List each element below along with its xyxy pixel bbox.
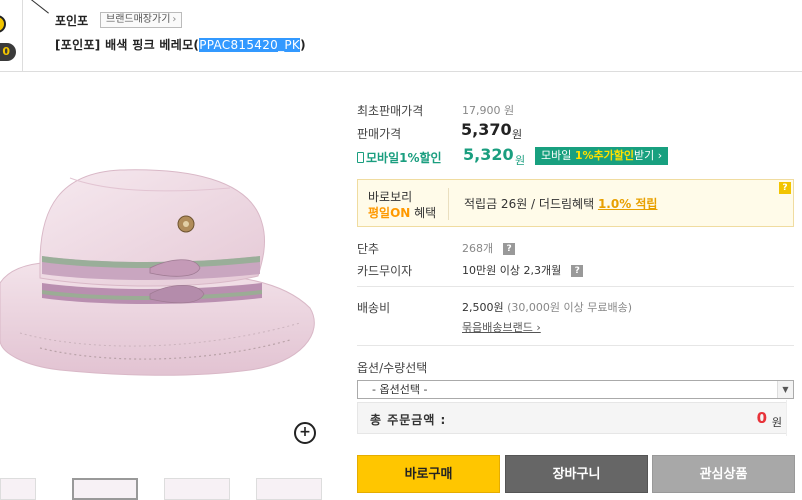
benefit-on-label: 평일ON (368, 206, 411, 220)
order-total-value: 0 (756, 409, 767, 427)
card-installment-text: 10만원 이상 2,3개월 (462, 264, 562, 277)
sale-price-value: 5,370 (461, 120, 512, 139)
mobile-discount-label: 모바일1%할인 (357, 149, 442, 166)
thumbnail-1[interactable] (0, 478, 36, 500)
mobile-discount-label-text: 모바일1%할인 (366, 151, 442, 165)
brand-store-label: 브랜드매장가기 (106, 14, 171, 25)
shipping-note: (30,000원 이상 무료배송) (507, 301, 633, 314)
mobile-phone-icon (357, 152, 364, 163)
benefit-box: 바로보리 평일ON 혜택 적립금 26원 / 더드림혜택 1.0% 적립 ? (357, 179, 794, 227)
product-code: PPAC815420_PK (199, 38, 301, 52)
option-label: 옵션/수량선택 (357, 361, 428, 375)
shipping-value: 2,500원 (30,000원 이상 무료배송) (462, 299, 632, 315)
order-total-label: 총 주문금액 : (370, 413, 447, 427)
mobile-btn-highlight: 1%추가할인 (574, 149, 635, 162)
shipping-label: 배송비 (357, 301, 391, 315)
coin-icon (0, 15, 6, 33)
original-price-value: 17,900 원 (462, 104, 515, 117)
wishlist-button[interactable]: 관심상품 (652, 455, 795, 493)
help-icon[interactable]: ? (503, 243, 516, 255)
header-divider (22, 0, 23, 72)
benefit-title-line2: 평일ON 혜택 (368, 204, 436, 221)
help-icon[interactable]: ? (779, 182, 791, 194)
benefit-divider (448, 188, 449, 220)
mobile-discount-button[interactable]: 모바일 1%추가할인받기 › (535, 147, 669, 165)
mobile-price-unit: 원 (515, 154, 526, 167)
benefit-title-suffix: 혜택 (410, 206, 437, 220)
header-decor-line (18, 0, 49, 27)
order-total-unit: 원 (771, 416, 782, 429)
mobile-btn-pre: 모바일 (541, 149, 575, 162)
bucket-hat-illustration (0, 169, 315, 376)
card-installment-label: 카드무이자 (357, 264, 413, 278)
option-select-value: - 옵션선택 - (372, 383, 428, 396)
thumbnail-4[interactable] (256, 478, 322, 500)
row-divider (357, 345, 794, 346)
option-select[interactable]: - 옵션선택 - ▼ (357, 380, 794, 399)
button-count-label: 단추 (357, 242, 380, 256)
card-installment-value: 10만원 이상 2,3개월? (462, 262, 584, 278)
product-title-text: [포인포] 배색 핑크 베레모( (55, 38, 200, 52)
row-divider (357, 286, 794, 287)
brand-store-button[interactable]: 브랜드매장가기 › (100, 12, 183, 28)
count-badge: 0 (0, 43, 16, 61)
chevron-down-icon: ▼ (777, 381, 793, 398)
product-title: [포인포] 배색 핑크 베레모(PPAC815420_PK) (55, 36, 306, 53)
original-price-label: 최초판매가격 (357, 104, 424, 118)
mobile-price-value: 5,320 (463, 145, 514, 164)
scrollbar[interactable] (786, 400, 802, 436)
thumbnail-2[interactable] (72, 478, 138, 500)
product-header: 0 포인포 브랜드매장가기 › [포인포] 배색 핑크 베레모(PPAC81542… (0, 0, 802, 72)
sale-price-label: 판매가격 (357, 127, 402, 141)
product-title-end: ) (300, 38, 306, 52)
shipping-fee: 2,500원 (462, 301, 504, 314)
benefit-points-text: 적립금 26원 / 더드림혜택 (464, 197, 598, 211)
benefit-text: 적립금 26원 / 더드림혜택 1.0% 적립 (464, 195, 657, 212)
add-to-cart-button[interactable]: 장바구니 (505, 455, 648, 493)
benefit-earn-link[interactable]: 1.0% 적립 (598, 197, 658, 211)
button-count-text: 268개 (462, 242, 494, 255)
bundle-shipping-link[interactable]: 묶음배송브랜드 › (462, 319, 541, 335)
button-count-value: 268개? (462, 240, 516, 256)
benefit-title-line1: 바로보리 (368, 190, 413, 204)
thumbnail-3[interactable] (164, 478, 230, 500)
help-icon[interactable]: ? (571, 265, 584, 277)
sale-price-unit: 원 (512, 128, 523, 141)
product-image[interactable] (0, 78, 340, 473)
mobile-btn-post: 받기 › (634, 149, 663, 162)
order-total-box: 총 주문금액 : 0 원 (357, 402, 794, 434)
brand-name[interactable]: 포인포 (55, 12, 88, 29)
zoom-plus-icon[interactable]: + (294, 422, 316, 444)
chevron-right-icon: › (172, 14, 177, 25)
buy-now-button[interactable]: 바로구매 (357, 455, 500, 493)
